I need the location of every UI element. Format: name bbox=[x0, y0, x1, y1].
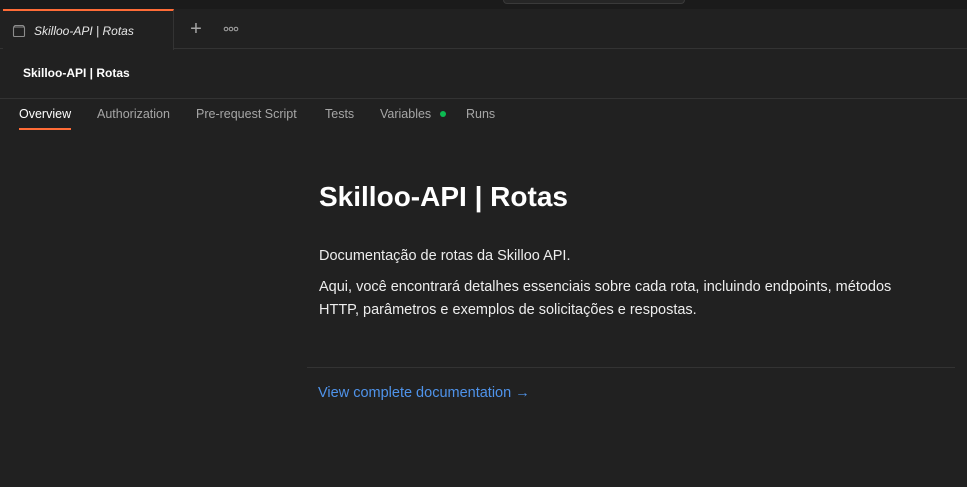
doc-paragraph-1: Documentação de rotas da Skilloo API. bbox=[319, 248, 571, 264]
tab-pre-request-script-label: Pre-request Script bbox=[196, 107, 297, 121]
green-dot-icon bbox=[439, 110, 446, 117]
active-tab-indicator bbox=[19, 128, 72, 130]
overview-content: Skilloo-API | Rotas Documentação de rota… bbox=[0, 131, 967, 487]
collection-tab[interactable]: Skilloo-API | Rotas bbox=[3, 9, 174, 50]
tab-pre-request-script[interactable]: Pre-request Script bbox=[196, 107, 297, 121]
collection-tab-label: Skilloo-API | Rotas bbox=[34, 24, 134, 38]
collection-subtabs: Overview Authorization Pre-request Scrip… bbox=[0, 99, 967, 131]
tab-runs[interactable]: Runs bbox=[466, 107, 495, 121]
tab-overview-label: Overview bbox=[19, 107, 72, 121]
tab-bar: Skilloo-API | Rotas + bbox=[0, 9, 967, 50]
new-tab-button[interactable]: + bbox=[186, 19, 206, 39]
doc-paragraph-2: Aqui, você encontrará detalhes essenciai… bbox=[319, 279, 892, 318]
collection-header: Skilloo-API | Rotas bbox=[0, 49, 967, 99]
tab-overview[interactable]: Overview bbox=[19, 107, 72, 130]
collection-title[interactable]: Skilloo-API | Rotas bbox=[23, 66, 130, 80]
tab-tests[interactable]: Tests bbox=[325, 107, 354, 121]
tab-variables[interactable]: Variables bbox=[380, 107, 446, 121]
tab-variables-label: Variables bbox=[380, 107, 432, 121]
tab-tests-label: Tests bbox=[325, 107, 355, 121]
more-horizontal-icon[interactable] bbox=[220, 19, 242, 39]
tab-authorization[interactable]: Authorization bbox=[97, 107, 170, 121]
doc-title: Skilloo-API | Rotas bbox=[319, 181, 568, 212]
tab-runs-label: Runs bbox=[466, 107, 496, 121]
divider bbox=[307, 367, 955, 368]
tab-authorization-label: Authorization bbox=[97, 107, 170, 121]
view-documentation-link[interactable]: View complete documentation → bbox=[318, 385, 530, 401]
search-bar-edge[interactable] bbox=[503, 0, 685, 4]
collection-icon bbox=[12, 24, 26, 38]
